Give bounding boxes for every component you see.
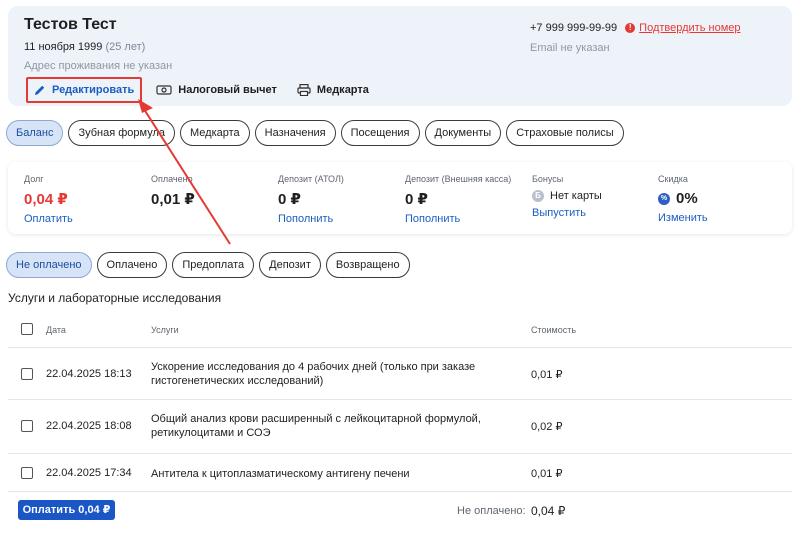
bonuses-value: Нет карты xyxy=(550,190,602,202)
row-date: 22.04.2025 18:08 xyxy=(46,420,132,432)
row-date: 22.04.2025 17:34 xyxy=(46,467,132,479)
deposit-atol-label: Депозит (АТОЛ) xyxy=(278,174,344,184)
row-date: 22.04.2025 18:13 xyxy=(46,368,132,380)
discount-value-row: % 0% xyxy=(658,190,708,207)
filter-paid[interactable]: Оплачено xyxy=(96,252,168,278)
pay-button[interactable]: Оплатить 0,04 ₽ xyxy=(18,500,115,520)
paid-block: Оплачено 0,01 ₽ xyxy=(151,174,195,208)
filter-deposit[interactable]: Депозит xyxy=(259,252,321,278)
header-cost: Стоимость xyxy=(531,325,577,335)
edit-button[interactable]: Редактировать xyxy=(26,77,143,103)
debt-block: Долг 0,04 ₽ Оплатить xyxy=(24,174,73,225)
patient-phone: +7 999 999-99-99 xyxy=(530,22,618,34)
deposit-atol-value: 0 ₽ xyxy=(278,191,301,208)
row-checkbox[interactable] xyxy=(21,467,33,479)
patient-name: Тестов Тест xyxy=(24,16,117,33)
discount-label: Скидка xyxy=(658,174,688,184)
filter-refunded[interactable]: Возвращено xyxy=(325,252,410,278)
row-checkbox[interactable] xyxy=(21,420,33,432)
tab-documents[interactable]: Документы xyxy=(424,120,502,146)
select-all-checkbox[interactable] xyxy=(21,323,33,335)
deposit-ext-label: Депозит (Внешняя касса) xyxy=(405,174,512,184)
patient-address: Адрес проживания не указан xyxy=(24,60,173,72)
issue-card-link[interactable]: Выпустить xyxy=(532,207,602,219)
bonuses-block: Бонусы Б Нет карты Выпустить xyxy=(532,174,602,219)
medcard-label: Медкарта xyxy=(316,84,369,96)
row-checkbox[interactable] xyxy=(21,368,33,380)
patient-actions: Редактировать Налоговый вычет Медкарта xyxy=(26,77,383,103)
tab-medcard[interactable]: Медкарта xyxy=(180,120,250,146)
header-services: Услуги xyxy=(151,325,179,335)
phone-row: +7 999 999-99-99 ! Подтвердить номер xyxy=(530,22,741,34)
edit-label: Редактировать xyxy=(52,84,135,96)
paid-value: 0,01 ₽ xyxy=(151,191,195,208)
deposit-ext-value: 0 ₽ xyxy=(405,191,428,208)
warning-icon: ! xyxy=(625,23,636,33)
table-row[interactable]: 22.04.2025 18:13 Ускорение исследования … xyxy=(8,348,792,400)
percent-icon: % xyxy=(658,192,670,205)
tab-prescriptions[interactable]: Назначения xyxy=(254,120,336,146)
deposit-ext-block: Депозит (Внешняя касса) 0 ₽ Пополнить xyxy=(405,174,511,225)
header-date: Дата xyxy=(46,325,66,335)
debt-value: 0,04 ₽ xyxy=(24,191,68,208)
bonuses-label: Бонусы xyxy=(532,174,564,184)
row-cost: 0,01 ₽ xyxy=(531,369,563,381)
change-discount-link[interactable]: Изменить xyxy=(658,212,708,224)
receipt-icon xyxy=(156,85,172,95)
payment-filters: Не оплачено Оплачено Предоплата Депозит … xyxy=(6,252,410,278)
deposit-ext-topup-link[interactable]: Пополнить xyxy=(405,213,511,225)
tab-insurance[interactable]: Страховые полисы xyxy=(506,120,624,146)
deposit-atol-topup-link[interactable]: Пополнить xyxy=(278,213,344,225)
patient-email: Email не указан xyxy=(530,42,610,54)
tab-balance[interactable]: Баланс xyxy=(6,120,64,146)
pay-debt-link[interactable]: Оплатить xyxy=(24,213,73,225)
table-row[interactable]: 22.04.2025 17:34 Антитела к цитоплазмати… xyxy=(8,454,792,492)
patient-header-card: Тестов Тест 11 ноября 1999 (25 лет) Адре… xyxy=(8,6,792,106)
tab-visits[interactable]: Посещения xyxy=(340,120,420,146)
row-cost: 0,02 ₽ xyxy=(531,421,563,433)
row-service: Антитела к цитоплазматическому антигену … xyxy=(151,468,410,480)
row-cost: 0,01 ₽ xyxy=(531,468,563,480)
tab-dental-formula[interactable]: Зубная формула xyxy=(68,120,175,146)
pencil-icon xyxy=(35,85,45,95)
confirm-phone-link[interactable]: Подтвердить номер xyxy=(639,22,740,34)
filter-unpaid[interactable]: Не оплачено xyxy=(6,252,92,278)
table-header: Дата Услуги Стоимость xyxy=(8,312,792,348)
filter-prepayment[interactable]: Предоплата xyxy=(172,252,255,278)
printer-icon xyxy=(297,84,311,96)
dob-date: 11 ноября 1999 xyxy=(24,41,103,53)
discount-block: Скидка % 0% Изменить xyxy=(658,174,708,224)
services-table: Дата Услуги Стоимость 22.04.2025 18:13 У… xyxy=(8,312,792,492)
tax-deduction-button[interactable]: Налоговый вычет xyxy=(150,79,283,101)
bonus-card-icon: Б xyxy=(532,190,544,202)
paid-label: Оплачено xyxy=(151,174,193,184)
patient-age: (25 лет) xyxy=(105,41,146,53)
table-row[interactable]: 22.04.2025 18:08 Общий анализ крови расш… xyxy=(8,400,792,454)
patient-dob: 11 ноября 1999 (25 лет) xyxy=(24,41,145,53)
profile-tabs: Баланс Зубная формула Медкарта Назначени… xyxy=(6,120,624,146)
tax-deduction-label: Налоговый вычет xyxy=(178,84,277,96)
unpaid-total-label: Не оплачено: xyxy=(457,505,526,517)
row-service: Ускорение исследования до 4 рабочих дней… xyxy=(151,361,476,387)
deposit-atol-block: Депозит (АТОЛ) 0 ₽ Пополнить xyxy=(278,174,344,225)
bonuses-value-row: Б Нет карты xyxy=(532,190,602,202)
row-service: Общий анализ крови расширенный с лейкоци… xyxy=(151,413,481,439)
discount-value: 0% xyxy=(676,190,698,207)
debt-label: Долг xyxy=(24,174,44,184)
medcard-print-button[interactable]: Медкарта xyxy=(291,79,375,101)
section-title: Услуги и лабораторные исследования xyxy=(8,291,222,305)
unpaid-total-value: 0,04 ₽ xyxy=(531,504,566,518)
balance-card: Долг 0,04 ₽ Оплатить Оплачено 0,01 ₽ Деп… xyxy=(8,162,792,234)
